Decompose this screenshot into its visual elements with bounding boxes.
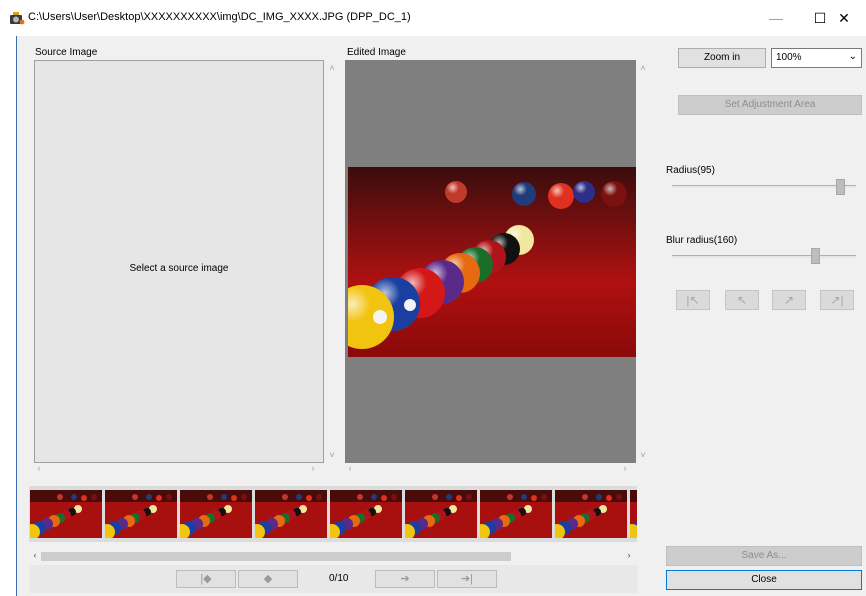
scroll-right-icon[interactable]: › [620,463,630,473]
close-button[interactable]: Close [666,570,862,590]
previous-image-button[interactable]: ◆ [238,570,298,588]
thumbnail-image[interactable] [474,490,552,540]
edited-vertical-scrollbar[interactable]: ˄ ˅ [636,60,650,463]
image-navigation-bar: |◆ ◆ 0/10 ➔ ➔| [29,565,637,593]
blur-radius-label: Blur radius(160) [666,235,738,246]
first-image-button[interactable]: |◆ [176,570,236,588]
thumbnail-image[interactable] [99,490,177,540]
thumbnail-image[interactable] [399,490,477,540]
scroll-left-icon[interactable]: ‹ [345,463,355,473]
scroll-up-icon[interactable]: ˄ [636,63,650,73]
app-icon [10,12,25,25]
zoom-in-button[interactable]: Zoom in [678,48,766,68]
thumbnail-image[interactable] [249,490,327,540]
scroll-left-icon[interactable]: ‹ [31,550,39,560]
edited-image-view[interactable] [345,60,636,463]
scroll-right-icon[interactable]: › [308,463,318,473]
edited-image-label: Edited Image [347,47,406,58]
thumbnail-image[interactable] [624,490,637,540]
radius-label: Radius(95) [666,165,715,176]
scroll-down-icon[interactable]: ˅ [325,450,339,460]
save-as-button[interactable]: Save As... [666,546,862,566]
scroll-up-icon[interactable]: ˄ [325,63,339,73]
thumbnail-image[interactable] [324,490,402,540]
edited-horizontal-scrollbar[interactable]: ‹ › [345,463,636,475]
radius-slider-track[interactable] [672,185,856,188]
source-placeholder-text: Select a source image [129,263,229,274]
minimize-button[interactable]: — [754,0,798,36]
radius-slider-thumb[interactable] [836,179,845,195]
thumbnail-image[interactable] [174,490,252,540]
title-bar: C:\Users\User\Desktop\XXXXXXXXXX\img\DC_… [0,0,866,36]
chevron-down-icon: ⌄ [848,51,857,62]
redo-all-button[interactable]: ↗| [820,290,854,310]
blur-radius-slider-thumb[interactable] [811,248,820,264]
billiard-balls-photo [348,167,636,357]
undo-all-button[interactable]: |↖ [676,290,710,310]
image-counter: 0/10 [329,573,349,584]
scroll-down-icon[interactable]: ˅ [636,450,650,460]
close-window-button[interactable]: ✕ [822,0,866,36]
thumbnail-image[interactable] [549,490,627,540]
zoom-level-value: 100% [776,52,802,63]
set-adjustment-area-button[interactable]: Set Adjustment Area [678,95,862,115]
source-vertical-scrollbar[interactable]: ˄ ˅ [325,60,339,463]
last-image-button[interactable]: ➔| [437,570,497,588]
thumbnail-strip[interactable] [29,486,637,542]
zoom-level-select[interactable]: 100% ⌄ [771,48,862,68]
next-image-button[interactable]: ➔ [375,570,435,588]
blur-radius-slider-track[interactable] [672,255,856,258]
scroll-left-icon[interactable]: ‹ [34,463,44,473]
source-horizontal-scrollbar[interactable]: ‹ › [34,463,324,475]
thumbnail-image[interactable] [29,490,102,540]
source-image-view[interactable]: Select a source image [34,60,324,463]
source-image-label: Source Image [35,47,98,58]
thumbnail-scrollbar[interactable]: ‹ › [29,549,637,563]
redo-button[interactable]: ↗ [772,290,806,310]
undo-button[interactable]: ↖ [725,290,759,310]
window-title: C:\Users\User\Desktop\XXXXXXXXXX\img\DC_… [28,11,411,23]
scrollbar-thumb[interactable] [41,552,511,561]
scroll-right-icon[interactable]: › [625,550,633,560]
